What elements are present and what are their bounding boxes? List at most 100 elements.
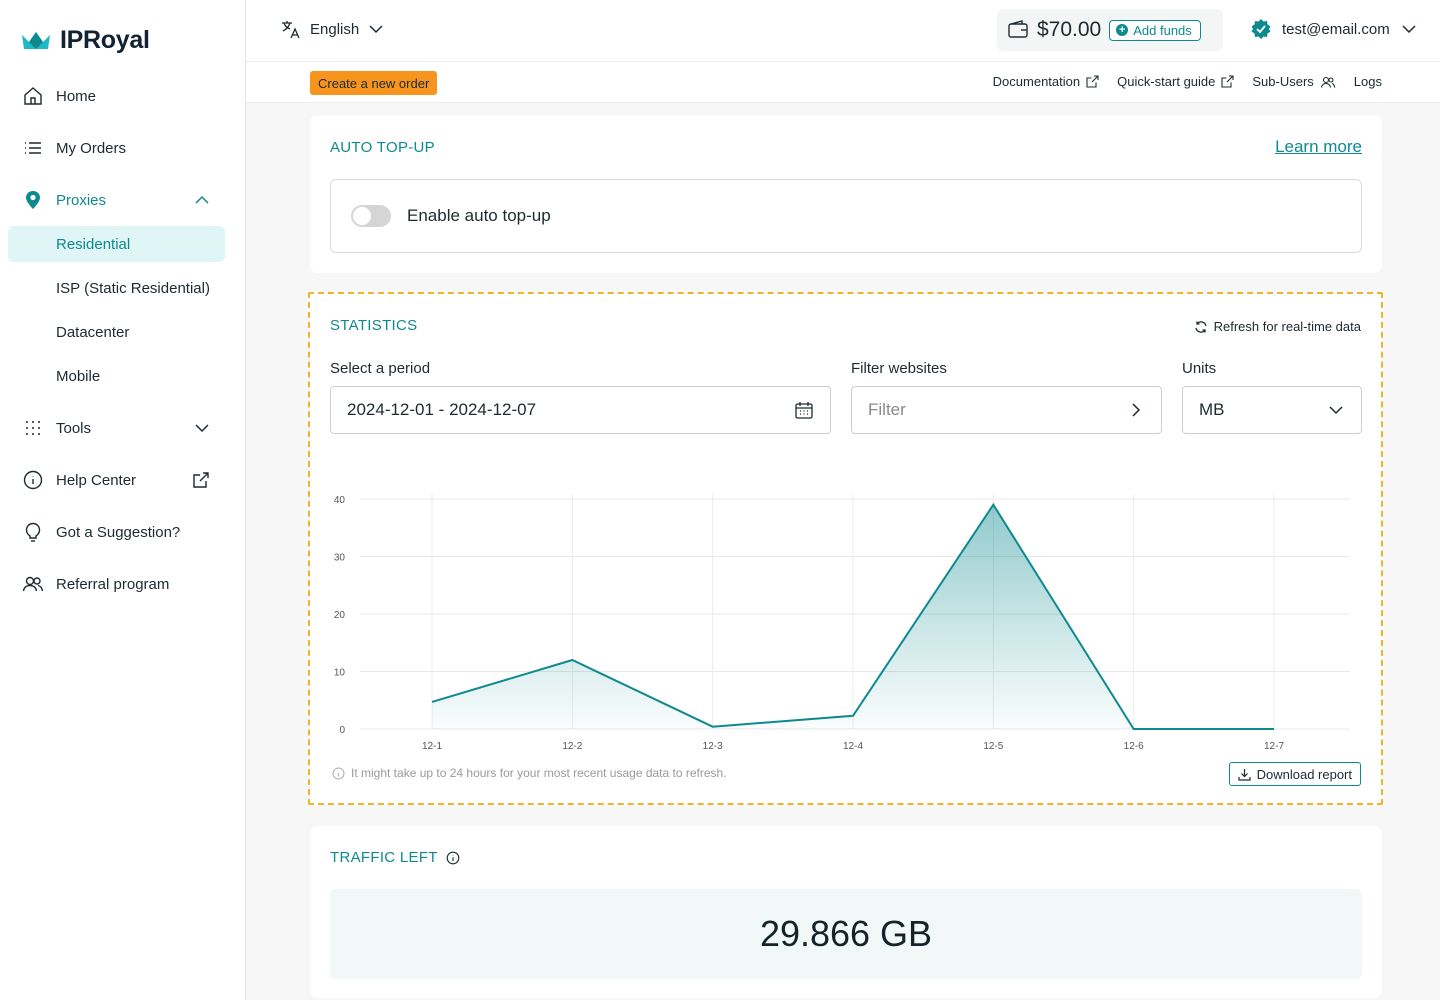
sidebar-item-referral[interactable]: Referral program	[8, 566, 225, 602]
info-circle-icon	[22, 469, 44, 491]
balance-amount: $70.00	[1037, 18, 1102, 41]
units-label: Units	[1182, 360, 1217, 377]
refresh-button[interactable]: Refresh for real-time data	[1194, 319, 1361, 334]
download-icon	[1238, 768, 1251, 781]
statistics-title: STATISTICS	[330, 317, 418, 334]
lightbulb-icon	[22, 521, 44, 543]
language-label: English	[310, 20, 360, 38]
learn-more-link[interactable]: Learn more	[1275, 137, 1362, 157]
sidebar-item-label: Got a Suggestion?	[56, 523, 181, 541]
sidebar-subitem-residential[interactable]: Residential	[8, 226, 225, 262]
home-icon	[22, 85, 44, 107]
traffic-left-header: TRAFFIC LEFT	[330, 849, 460, 866]
documentation-link[interactable]: Documentation	[993, 74, 1099, 89]
period-picker[interactable]: 2024-12-01 - 2024-12-07	[330, 386, 831, 434]
filter-placeholder: Filter	[868, 400, 906, 419]
x-tick-label: 12-4	[843, 741, 863, 752]
traffic-left-value: 29.866 GB	[759, 913, 933, 954]
sidebar-subitem-datacenter[interactable]: Datacenter	[8, 314, 225, 350]
refresh-icon	[1194, 320, 1207, 333]
traffic-left-value-box: 29.866 GB	[330, 889, 1362, 979]
chevron-up-icon	[195, 195, 209, 204]
filter-websites-input[interactable]: Filter	[851, 386, 1162, 434]
plus-icon: +	[1116, 24, 1129, 36]
sidebar-item-label: Tools	[56, 419, 92, 437]
list-icon	[22, 137, 44, 159]
sub-users-link[interactable]: Sub-Users	[1252, 74, 1336, 89]
sidebar: IPRoyal Home My Orders Proxies Residenti…	[0, 0, 246, 1000]
top-header: English $70.00 + Add funds test@email.co…	[246, 0, 1440, 62]
auto-topup-toggle-row[interactable]: Enable auto top-up	[330, 179, 1362, 253]
sidebar-item-label: Help Center	[56, 471, 137, 489]
period-label: Select a period	[330, 360, 431, 377]
crown-logo-icon	[22, 31, 50, 49]
users-icon	[22, 573, 44, 595]
wallet-icon	[1008, 20, 1028, 38]
units-select[interactable]: MB	[1182, 386, 1362, 434]
chevron-right-icon	[1132, 403, 1141, 417]
users-icon	[1320, 76, 1336, 88]
external-link-icon	[1221, 75, 1234, 88]
info-circle-icon	[332, 767, 345, 779]
help-links: Documentation Quick-start guide Sub-User…	[993, 74, 1382, 89]
sidebar-item-tools[interactable]: Tools	[8, 410, 225, 446]
y-tick-label: 30	[334, 553, 346, 564]
x-tick-label: 12-2	[562, 741, 582, 752]
chevron-down-icon	[1402, 25, 1416, 34]
traffic-left-title: TRAFFIC LEFT	[330, 849, 438, 866]
sidebar-item-label: Home	[56, 87, 97, 105]
sidebar-item-label: My Orders	[56, 139, 127, 157]
y-tick-label: 20	[334, 610, 346, 621]
chevron-down-icon	[1329, 406, 1343, 415]
usage-chart-svg: 0 10 20 30 40 12-1 12-2 12-3 12-4 12-5 12-6 12-7	[334, 494, 1350, 752]
add-funds-button[interactable]: + Add funds	[1109, 19, 1201, 41]
grid-dots-icon	[22, 417, 44, 439]
y-tick-label: 40	[334, 495, 346, 506]
y-tick-label: 10	[334, 668, 346, 679]
sidebar-subitem-mobile[interactable]: Mobile	[8, 358, 225, 394]
period-value: 2024-12-01 - 2024-12-07	[347, 400, 537, 419]
verified-badge-icon	[1251, 19, 1271, 39]
sidebar-item-my-orders[interactable]: My Orders	[8, 130, 225, 166]
sidebar-subitem-isp[interactable]: ISP (Static Residential)	[8, 270, 225, 306]
units-value: MB	[1199, 400, 1225, 419]
external-link-icon	[1086, 75, 1099, 88]
location-pin-icon	[22, 189, 44, 211]
logs-link[interactable]: Logs	[1354, 74, 1382, 89]
translate-icon	[282, 21, 300, 39]
logo[interactable]: IPRoyal	[20, 26, 150, 55]
usage-chart: 0 10 20 30 40 12-1 12-2 12-3 12-4 12-5 12-6 12-7	[330, 484, 1365, 754]
download-report-button[interactable]: Download report	[1228, 762, 1361, 786]
user-email: test@email.com	[1282, 20, 1390, 38]
sidebar-item-label: Proxies	[56, 191, 107, 209]
add-funds-label: Add funds	[1133, 22, 1192, 38]
y-tick-label: 0	[339, 725, 345, 736]
x-tick-label: 12-1	[422, 741, 442, 752]
info-circle-icon[interactable]	[446, 851, 460, 865]
auto-topup-toggle-label: Enable auto top-up	[407, 206, 551, 225]
filter-websites-label: Filter websites	[851, 360, 947, 377]
sidebar-item-help-center[interactable]: Help Center	[8, 462, 225, 498]
x-tick-label: 12-7	[1264, 741, 1284, 752]
statistics-card: STATISTICS Refresh for real-time data Se…	[308, 292, 1383, 805]
calendar-icon	[795, 402, 813, 419]
brand-name: IPRoyal	[60, 26, 150, 54]
x-tick-label: 12-5	[983, 741, 1003, 752]
x-tick-label: 12-6	[1124, 741, 1144, 752]
external-link-icon	[193, 472, 209, 488]
create-new-order-button[interactable]: Create a new order	[310, 71, 438, 95]
sidebar-item-suggestion[interactable]: Got a Suggestion?	[8, 514, 225, 550]
auto-topup-card: AUTO TOP-UP Learn more Enable auto top-u…	[310, 115, 1382, 273]
sub-header: Create a new order Documentation Quick-s…	[246, 62, 1440, 103]
quick-start-guide-link[interactable]: Quick-start guide	[1117, 74, 1234, 89]
balance-box: $70.00 + Add funds	[997, 9, 1223, 51]
x-tick-label: 12-3	[703, 741, 723, 752]
sidebar-item-home[interactable]: Home	[8, 78, 225, 114]
language-selector[interactable]: English	[280, 18, 385, 40]
sidebar-item-label: Referral program	[56, 575, 170, 593]
sidebar-item-proxies[interactable]: Proxies	[8, 182, 225, 218]
auto-topup-toggle[interactable]	[351, 205, 391, 227]
traffic-left-card: TRAFFIC LEFT 29.866 GB	[310, 826, 1382, 998]
chevron-down-icon	[195, 424, 209, 433]
user-menu[interactable]: test@email.com	[1250, 18, 1418, 40]
